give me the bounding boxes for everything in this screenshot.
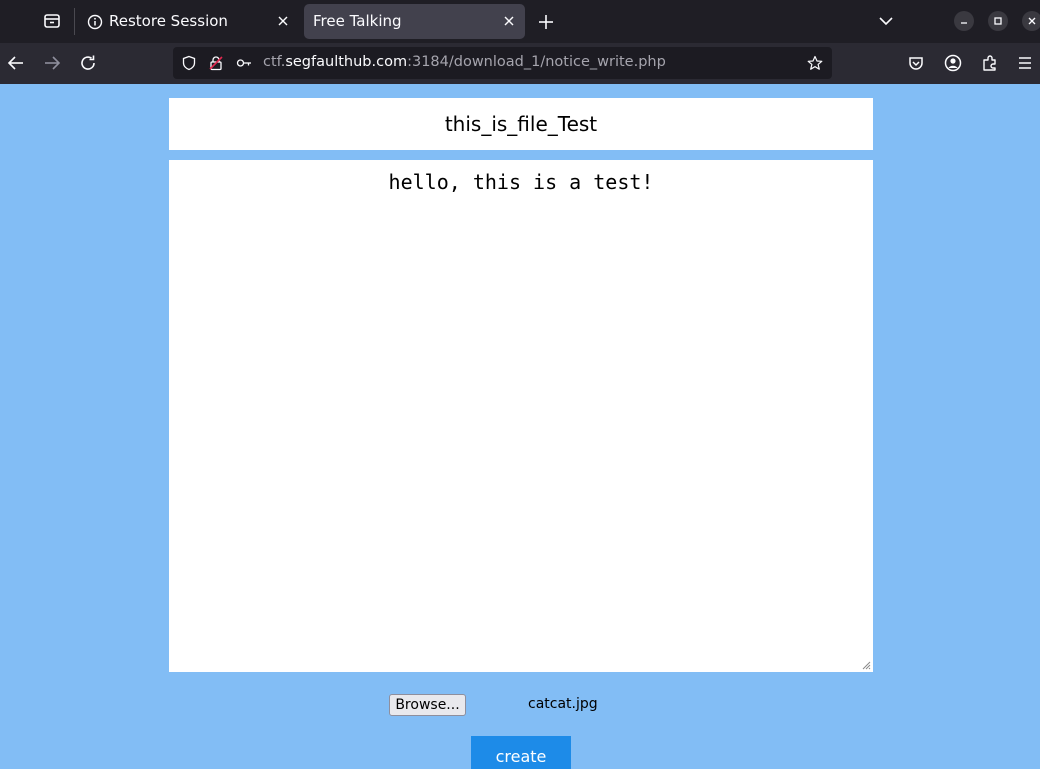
tab-label: Restore Session <box>109 12 228 30</box>
minimize-icon <box>961 22 967 24</box>
window-close-button[interactable] <box>1022 11 1040 31</box>
url-path: :3184/download_1/notice_write.php <box>407 54 666 70</box>
url-text[interactable]: ctf.segfaulthub.com:3184/download_1/noti… <box>263 54 666 70</box>
chevron-down-icon[interactable] <box>876 11 896 31</box>
key-icon[interactable] <box>236 55 252 71</box>
tab-free-talking[interactable]: Free Talking <box>304 4 525 39</box>
close-icon[interactable] <box>276 14 290 28</box>
close-icon <box>1028 17 1036 25</box>
bookmark-star-icon[interactable] <box>807 55 823 71</box>
maximize-button[interactable] <box>988 11 1008 31</box>
url-host: segfaulthub.com <box>285 54 408 70</box>
tab-bar: Restore Session Free Talking <box>0 0 1040 43</box>
back-arrow-icon[interactable] <box>6 53 26 73</box>
tab-restore-session[interactable]: Restore Session <box>77 4 299 39</box>
post-content-textarea[interactable]: hello, this is a test! <box>169 160 873 672</box>
url-prefix: ctf. <box>263 54 286 70</box>
browse-button[interactable]: Browse... <box>389 694 466 716</box>
menu-icon[interactable] <box>1015 53 1035 73</box>
tab-separator <box>74 8 75 35</box>
firefox-view-icon <box>44 14 60 28</box>
tab-label: Free Talking <box>313 12 402 30</box>
reload-icon[interactable] <box>78 53 98 73</box>
firefox-view-button[interactable] <box>32 2 72 40</box>
url-bar[interactable]: ctf.segfaulthub.com:3184/download_1/noti… <box>173 47 832 79</box>
minimize-button[interactable] <box>954 11 974 31</box>
new-tab-icon[interactable] <box>536 12 556 32</box>
forward-arrow-icon[interactable] <box>42 53 62 73</box>
pocket-icon[interactable] <box>906 53 926 73</box>
create-button[interactable]: create <box>471 736 571 769</box>
account-icon[interactable] <box>943 53 963 73</box>
info-icon <box>87 14 103 30</box>
extensions-icon[interactable] <box>980 53 1000 73</box>
post-title[interactable]: this_is_file_Test <box>169 98 873 150</box>
resize-grip-icon[interactable] <box>861 660 871 670</box>
navigation-bar: ctf.segfaulthub.com:3184/download_1/noti… <box>0 43 1040 84</box>
selected-file-name: catcat.jpg <box>528 696 598 712</box>
insecure-lock-icon[interactable] <box>208 55 224 71</box>
close-icon[interactable] <box>502 14 516 28</box>
shield-icon[interactable] <box>181 55 197 71</box>
maximize-icon <box>994 17 1002 25</box>
